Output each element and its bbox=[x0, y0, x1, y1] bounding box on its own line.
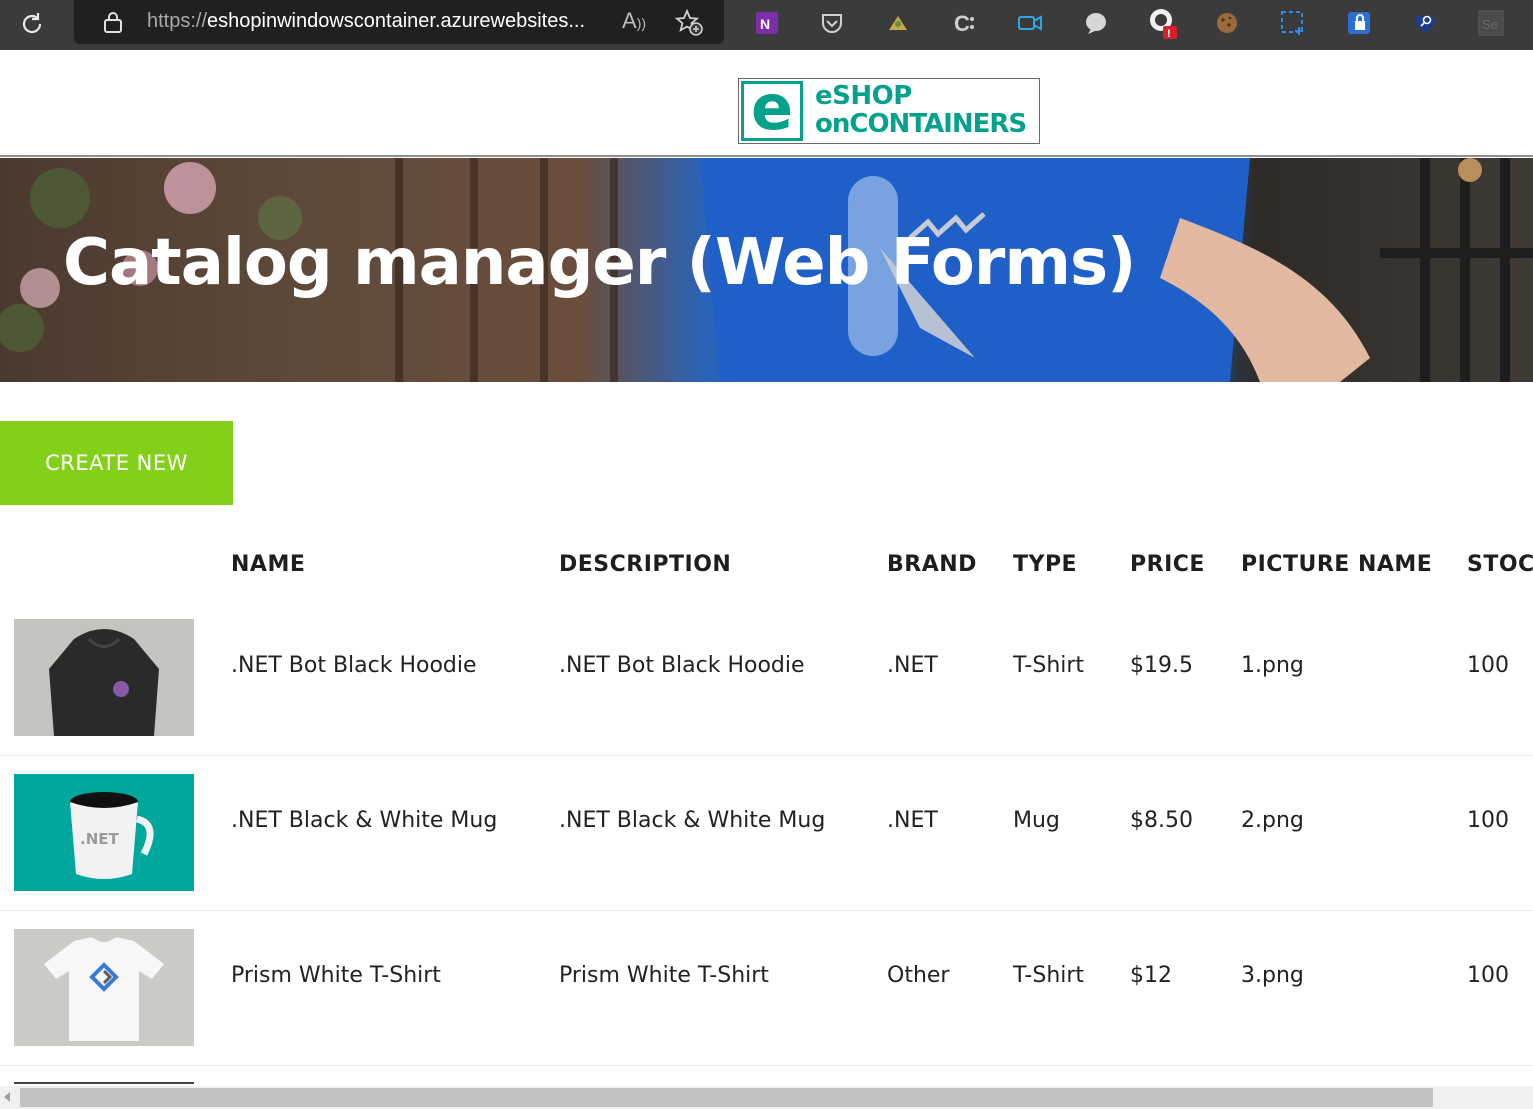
product-type: T-Shirt bbox=[1013, 963, 1085, 988]
logo-mark: e bbox=[741, 71, 803, 144]
address-bar[interactable]: https://eshopinwindowscontainer.azureweb… bbox=[74, 0, 724, 44]
lock-icon[interactable] bbox=[102, 10, 124, 38]
product-thumbnail bbox=[14, 929, 194, 1046]
product-picture-name: 2.png bbox=[1241, 808, 1304, 833]
product-description: .NET Bot Black Hoodie bbox=[559, 653, 805, 678]
product-price: $8.50 bbox=[1130, 808, 1193, 833]
logo-line-1: eSHOP bbox=[815, 81, 912, 111]
product-thumbnail bbox=[14, 619, 194, 736]
hat-extension-icon[interactable] bbox=[883, 8, 913, 38]
column-header-brand: BRAND bbox=[887, 552, 977, 577]
scroll-left-arrow-icon[interactable] bbox=[4, 1092, 10, 1102]
table-row[interactable]: Prism White T-Shirt Prism White T-Shirt … bbox=[0, 911, 1533, 1066]
eshop-logo[interactable]: e eSHOP onCONTAINERS bbox=[738, 71, 1040, 144]
browser-toolbar: https://eshopinwindowscontainer.azureweb… bbox=[0, 0, 1533, 50]
logo-letter: e bbox=[750, 71, 794, 144]
product-type: T-Shirt bbox=[1013, 653, 1085, 678]
column-header-price: PRICE bbox=[1130, 552, 1205, 577]
create-new-button[interactable]: CREATE NEW bbox=[0, 421, 233, 505]
horizontal-scrollbar[interactable] bbox=[0, 1086, 1533, 1109]
svg-text:C: C bbox=[954, 11, 970, 36]
reload-icon[interactable] bbox=[16, 8, 48, 40]
product-name: Prism White T-Shirt bbox=[231, 963, 441, 988]
shield-lock-icon[interactable] bbox=[1344, 8, 1374, 38]
product-price: $12 bbox=[1130, 963, 1172, 988]
video-camera-icon[interactable] bbox=[1015, 8, 1045, 38]
product-picture-name: 1.png bbox=[1241, 653, 1304, 678]
hero-banner: Catalog manager (Web Forms) bbox=[0, 158, 1533, 382]
product-stock: 100 bbox=[1467, 808, 1509, 833]
column-header-picture-name: PICTURE NAME bbox=[1241, 552, 1433, 577]
next-row-thumbnail-edge bbox=[14, 1082, 194, 1084]
product-price: $19.5 bbox=[1130, 653, 1193, 678]
github-icon[interactable]: ! bbox=[1147, 8, 1177, 39]
cookie-icon[interactable] bbox=[1212, 8, 1242, 38]
extension-badge: ! bbox=[1167, 28, 1171, 39]
tshirt-image bbox=[14, 929, 194, 1046]
read-aloud-icon[interactable]: A)) bbox=[622, 8, 646, 34]
product-name: .NET Bot Black Hoodie bbox=[231, 653, 477, 678]
column-header-stock: STOC bbox=[1467, 552, 1533, 577]
logo-line-2: onCONTAINERS bbox=[815, 109, 1027, 139]
chat-bubble-icon[interactable] bbox=[1081, 8, 1111, 38]
heart-search-icon[interactable] bbox=[1410, 8, 1440, 38]
mug-label: .NET bbox=[80, 830, 119, 848]
url-protocol: https:// bbox=[147, 10, 208, 32]
mug-image: .NET bbox=[14, 774, 194, 891]
svg-text:N: N bbox=[760, 16, 770, 32]
svg-text:Se: Se bbox=[1482, 17, 1498, 32]
c-extension-icon[interactable]: C bbox=[949, 8, 979, 38]
product-name: .NET Black & White Mug bbox=[231, 808, 498, 833]
site-header: e eSHOP onCONTAINERS bbox=[0, 50, 1533, 157]
screenshot-select-icon[interactable] bbox=[1278, 8, 1308, 38]
pocket-icon[interactable] bbox=[817, 8, 847, 38]
column-header-type: TYPE bbox=[1013, 552, 1078, 577]
product-brand: Other bbox=[887, 963, 950, 988]
product-stock: 100 bbox=[1467, 963, 1509, 988]
product-type: Mug bbox=[1013, 808, 1060, 833]
product-brand: .NET bbox=[887, 653, 938, 678]
onenote-icon[interactable]: N bbox=[752, 8, 782, 38]
product-thumbnail: .NET bbox=[14, 774, 194, 891]
column-header-name: NAME bbox=[231, 552, 306, 577]
table-row[interactable]: .NET .NET Black & White Mug .NET Black &… bbox=[0, 756, 1533, 911]
product-description: Prism White T-Shirt bbox=[559, 963, 769, 988]
column-header-description: DESCRIPTION bbox=[559, 552, 732, 577]
table-row[interactable]: .NET Bot Black Hoodie .NET Bot Black Hoo… bbox=[0, 601, 1533, 756]
add-favorite-icon[interactable] bbox=[674, 8, 704, 41]
product-picture-name: 3.png bbox=[1241, 963, 1304, 988]
product-description: .NET Black & White Mug bbox=[559, 808, 826, 833]
scrollbar-thumb[interactable] bbox=[20, 1088, 1433, 1107]
page-title: Catalog manager (Web Forms) bbox=[63, 226, 1136, 300]
url-host: eshopinwindowscontainer.azurewebsites... bbox=[207, 10, 586, 32]
product-stock: 100 bbox=[1467, 653, 1509, 678]
url-text[interactable]: https://eshopinwindowscontainer.azureweb… bbox=[147, 10, 617, 33]
product-brand: .NET bbox=[887, 808, 938, 833]
selenium-icon[interactable]: Se bbox=[1476, 8, 1506, 38]
hoodie-image bbox=[14, 619, 194, 736]
